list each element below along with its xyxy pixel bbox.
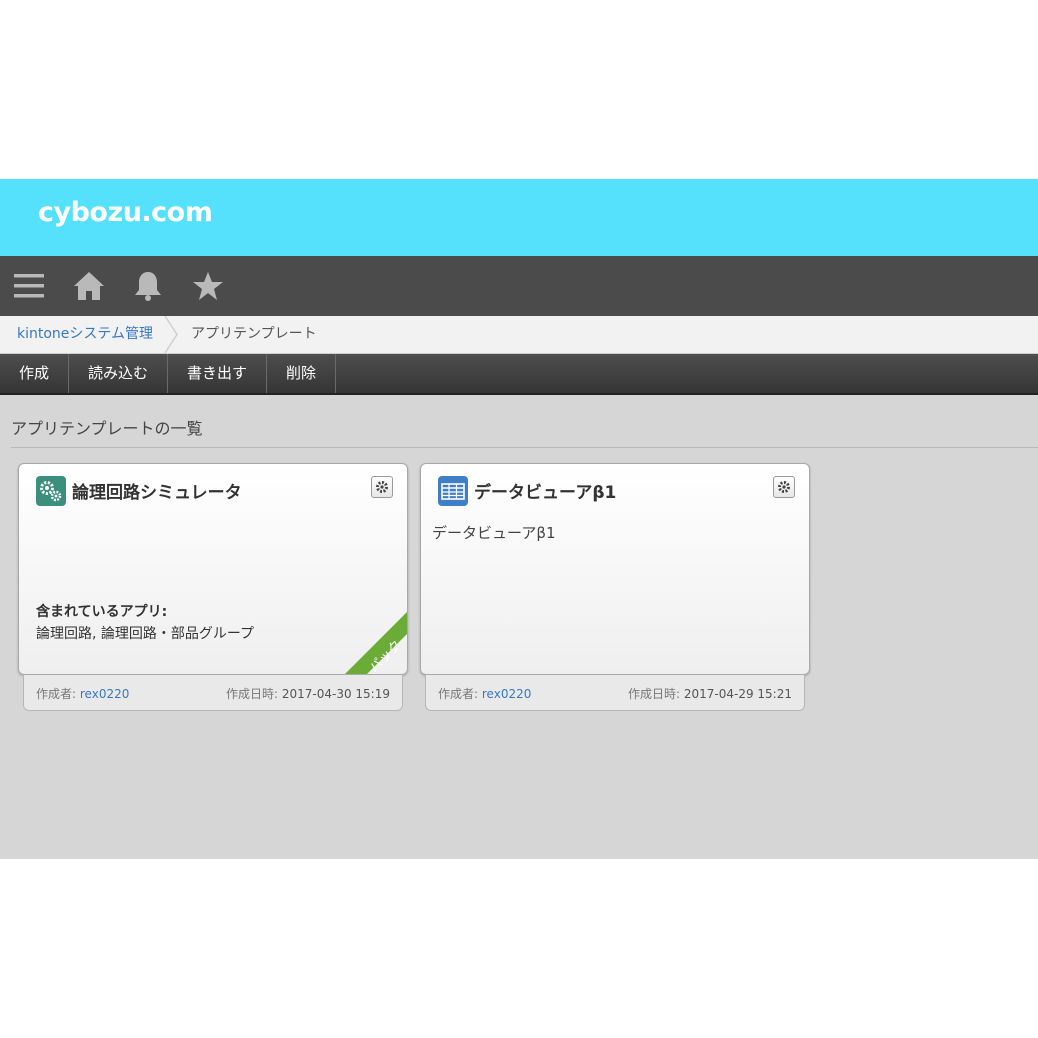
card-title[interactable]: 論理回路シミュレータ (72, 478, 242, 503)
gears-icon (36, 476, 66, 506)
card-footer: 作成者: rex0220 作成日時: 2017-04-30 15:19 (23, 675, 403, 711)
list-title: アプリテンプレートの一覧 (11, 419, 203, 438)
created-date: 2017-04-29 15:21 (683, 687, 792, 701)
date-label: 作成日時: (627, 687, 681, 701)
card-body[interactable]: 論理回路シミュレータ 含まれているアプリ: 論理回路, 論理回路・部品グループ … (18, 463, 408, 675)
template-card[interactable]: データビューアβ1 データビューアβ1 作成者: rex0220 作成日時: 2… (420, 463, 810, 711)
cybozu-logo[interactable]: cybozu.com (38, 197, 213, 228)
gear-icon[interactable] (371, 476, 393, 498)
gear-icon[interactable] (773, 476, 795, 498)
star-icon[interactable] (190, 268, 226, 304)
breadcrumb-separator (164, 316, 178, 353)
app-window: cybozu.com kintoneシステム管理 アプリテンプレート 作成 読み… (0, 179, 1038, 859)
import-button[interactable]: 読み込む (69, 354, 169, 393)
menu-icon[interactable] (11, 268, 47, 304)
card-body[interactable]: データビューアβ1 データビューアβ1 (420, 463, 810, 675)
global-nav (0, 256, 1038, 316)
author-label: 作成者: (36, 687, 77, 701)
author-link[interactable]: rex0220 (482, 687, 531, 701)
author-link[interactable]: rex0220 (80, 687, 129, 701)
breadcrumb-current: アプリテンプレート (191, 326, 317, 342)
delete-button[interactable]: 削除 (267, 354, 337, 393)
author-label: 作成者: (438, 687, 479, 701)
included-apps-value: 論理回路, 論理回路・部品グループ (36, 626, 255, 642)
created-date: 2017-04-30 15:19 (281, 687, 390, 701)
breadcrumb: kintoneシステム管理 アプリテンプレート (0, 316, 1038, 354)
pack-badge: パック (345, 612, 407, 674)
table-icon (438, 476, 468, 506)
create-button[interactable]: 作成 (0, 354, 70, 393)
template-card[interactable]: 論理回路シミュレータ 含まれているアプリ: 論理回路, 論理回路・部品グループ … (18, 463, 408, 711)
card-description: データビューアβ1 (432, 524, 556, 542)
brand-header: cybozu.com (0, 179, 1038, 256)
included-apps-label: 含まれているアプリ: (36, 604, 168, 620)
export-button[interactable]: 書き出す (168, 354, 268, 393)
date-label: 作成日時: (225, 687, 279, 701)
card-footer: 作成者: rex0220 作成日時: 2017-04-29 15:21 (425, 675, 805, 711)
breadcrumb-system-admin[interactable]: kintoneシステム管理 (17, 316, 153, 353)
divider (11, 447, 1038, 448)
action-toolbar: 作成 読み込む 書き出す 削除 (0, 354, 1038, 395)
bell-icon[interactable] (130, 268, 166, 304)
home-icon[interactable] (71, 268, 107, 304)
card-title[interactable]: データビューアβ1 (474, 478, 616, 503)
